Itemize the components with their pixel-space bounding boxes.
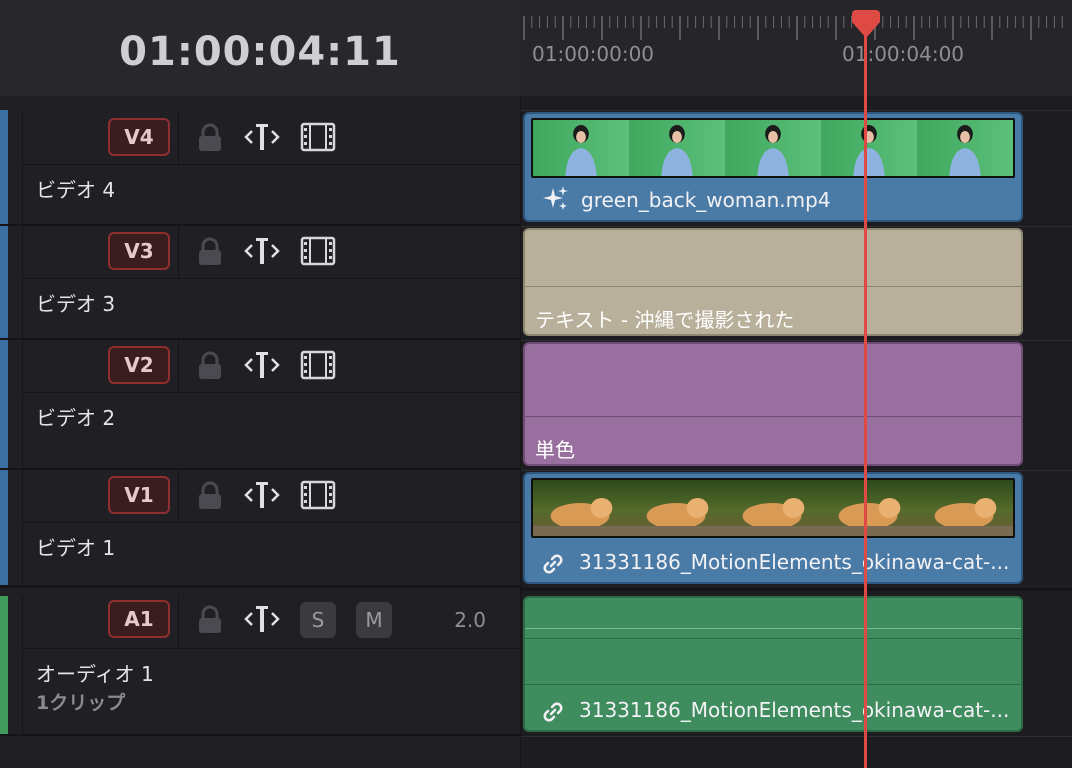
thumbnail-cat [629,480,725,536]
lock-icon[interactable] [196,604,224,636]
clip-v2[interactable]: 単色 [523,342,1023,466]
current-timecode[interactable]: 01:00:04:11 [0,0,520,110]
track-name-v1: ビデオ 1 [36,536,116,560]
track-headers: V4 ビデオ 4 V3 ビデオ 3 V2 ビデオ 2 V1 ビデオ 1 A1 S… [0,96,520,768]
thumbnail-woman [821,120,917,176]
track-badge-v1[interactable]: V1 [108,476,170,514]
ruler-ticks [523,16,1063,40]
trim-icon[interactable] [244,120,280,154]
clip-a1[interactable]: 31331186_MotionElements_okinawa-cat-... [523,596,1023,732]
timecode-panel: 01:00:04:11 [0,0,520,97]
link-icon [543,554,563,574]
track-badge-v3[interactable]: V3 [108,232,170,270]
audio-waveform-line [525,628,1021,629]
lock-icon[interactable] [196,480,224,512]
track-clip-count: 1クリップ [36,692,126,714]
clip-v3[interactable]: テキスト - 沖縄で撮影された [523,228,1023,336]
track-name-v4: ビデオ 4 [36,178,116,202]
lock-icon[interactable] [196,236,224,268]
track-header-v1[interactable]: V1 ビデオ 1 [0,470,520,588]
clip-label-a1: 31331186_MotionElements_okinawa-cat-... [579,698,1010,722]
playhead-icon[interactable] [850,10,882,38]
track-name-a1: オーディオ 1 [36,662,154,686]
track-badge-v2[interactable]: V2 [108,346,170,384]
clip-label-v4: green_back_woman.mp4 [581,188,831,212]
trim-icon[interactable] [244,602,280,636]
track-header-v2[interactable]: V2 ビデオ 2 [0,340,520,470]
track-color-strip [0,470,8,585]
track-color-strip [0,226,8,338]
track-name-v2: ビデオ 2 [36,406,116,430]
clip-label-v2: 単色 [535,438,575,462]
solo-button[interactable]: S [300,602,336,638]
clip-v4[interactable]: green_back_woman.mp4 [523,112,1023,222]
track-badge-v4[interactable]: V4 [108,118,170,156]
playhead-line[interactable] [864,22,867,768]
film-icon[interactable] [300,122,336,152]
track-header-v4[interactable]: V4 ビデオ 4 [0,110,520,226]
trim-icon[interactable] [244,478,280,512]
clip-label-v3: テキスト - 沖縄で撮影された [535,308,795,332]
track-header-a1[interactable]: A1 S M 2.0 オーディオ 1 1クリップ [0,596,520,736]
thumbnail-cat [917,480,1013,536]
audio-channel-format: 2.0 [454,608,486,632]
ruler-label-4s: 01:00:04:00 [842,42,965,66]
mute-button[interactable]: M [356,602,392,638]
track-header-v3[interactable]: V3 ビデオ 3 [0,226,520,340]
sparkle-icon [543,186,568,210]
lock-icon[interactable] [196,350,224,382]
clip-thumbnails [531,118,1015,178]
thumbnail-cat [533,480,629,536]
ruler-label-start: 01:00:00:00 [532,42,655,66]
film-icon[interactable] [300,350,336,380]
clip-v1[interactable]: 31331186_MotionElements_okinawa-cat-... [523,472,1023,584]
thumbnail-woman [917,120,1013,176]
lock-icon[interactable] [196,122,224,154]
thumbnail-woman [533,120,629,176]
track-color-strip [0,596,8,734]
thumbnail-woman [629,120,725,176]
film-icon[interactable] [300,236,336,266]
track-color-strip [0,110,8,224]
thumbnail-cat [821,480,917,536]
film-icon[interactable] [300,480,336,510]
timeline-ruler[interactable]: 01:00:00:00 01:00:04:00 [520,0,1072,97]
clip-label-v1: 31331186_MotionElements_okinawa-cat-... [579,550,1010,574]
track-name-v3: ビデオ 3 [36,292,116,316]
thumbnail-woman [725,120,821,176]
thumbnail-cat [725,480,821,536]
track-color-strip [0,340,8,468]
clip-thumbnails [531,478,1015,538]
link-icon [543,702,563,722]
track-badge-a1[interactable]: A1 [108,600,170,638]
timeline-lanes[interactable]: green_back_woman.mp4 テキスト - 沖縄で撮影された 単色 [520,96,1072,768]
trim-icon[interactable] [244,348,280,382]
trim-icon[interactable] [244,234,280,268]
